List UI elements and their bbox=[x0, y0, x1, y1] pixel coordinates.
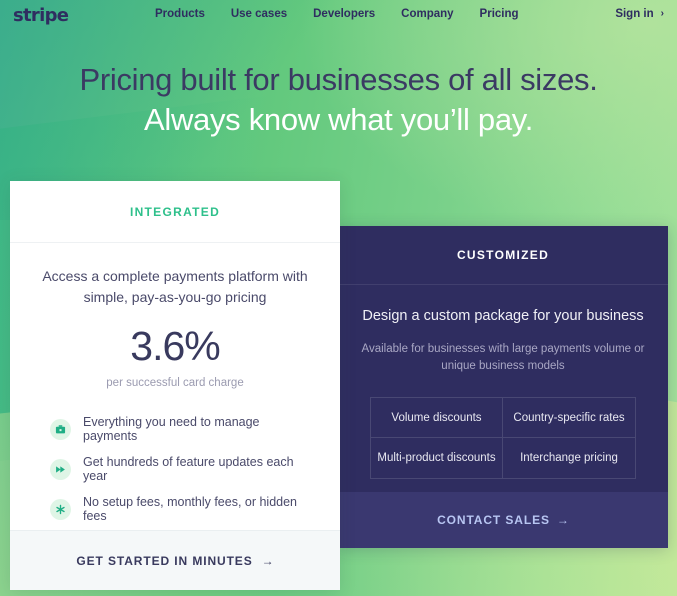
contact-sales-label: CONTACT SALES bbox=[437, 513, 550, 527]
nav-link-developers[interactable]: Developers bbox=[313, 8, 375, 20]
integrated-plan-card: INTEGRATED Access a complete payments pl… bbox=[10, 181, 340, 590]
feature-text: Get hundreds of feature updates each yea… bbox=[83, 455, 294, 484]
list-item: Get hundreds of feature updates each yea… bbox=[50, 455, 316, 483]
integrated-card-header: INTEGRATED bbox=[10, 181, 340, 243]
grid-cell-interchange-pricing: Interchange pricing bbox=[520, 452, 618, 465]
price-caption: per successful card charge bbox=[106, 377, 244, 390]
nav-links: Products Use cases Developers Company Pr… bbox=[155, 8, 519, 20]
top-navigation-bar: stripe Products Use cases Developers Com… bbox=[0, 0, 677, 30]
headline-line-2: Always know what you’ll pay. bbox=[143, 101, 534, 137]
chevron-right-icon: › bbox=[660, 8, 664, 19]
customized-panel-body: Design a custom package for your busines… bbox=[338, 285, 668, 376]
nav-link-use-cases[interactable]: Use cases bbox=[231, 8, 287, 20]
arrow-right-icon: → bbox=[556, 513, 569, 527]
nav-link-pricing[interactable]: Pricing bbox=[480, 8, 519, 20]
price-value: 3.6% bbox=[130, 323, 220, 369]
contact-sales-button[interactable]: CONTACT SALES → bbox=[338, 492, 668, 548]
list-item: No setup fees, monthly fees, or hidden f… bbox=[50, 495, 316, 523]
integrated-feature-list: Everything you need to manage payments G… bbox=[34, 415, 316, 523]
sign-in-label: Sign in bbox=[615, 8, 654, 20]
feature-text: Everything you need to manage payments bbox=[83, 415, 260, 444]
customized-panel-header: CUSTOMIZED bbox=[338, 226, 668, 285]
page-title: Pricing built for businesses of all size… bbox=[0, 60, 677, 139]
sign-in-link[interactable]: Sign in › bbox=[615, 8, 664, 20]
customized-sub-text: Available for businesses with large paym… bbox=[361, 342, 645, 373]
get-started-button[interactable]: GET STARTED IN MINUTES → bbox=[10, 530, 340, 590]
arrow-right-icon: → bbox=[261, 553, 274, 568]
integrated-card-body: Access a complete payments platform with… bbox=[10, 243, 340, 530]
feature-text: No setup fees, monthly fees, or hidden f… bbox=[83, 495, 298, 524]
grid-cell-country-specific-rates: Country-specific rates bbox=[503, 398, 635, 439]
customized-lead-text: Design a custom package for your busines… bbox=[362, 308, 644, 324]
integrated-eyebrow: INTEGRATED bbox=[129, 204, 221, 219]
customized-plan-panel: CUSTOMIZED Design a custom package for y… bbox=[338, 226, 668, 548]
nav-link-company[interactable]: Company bbox=[401, 8, 453, 20]
list-item: Everything you need to manage payments bbox=[50, 415, 316, 443]
get-started-label: GET STARTED IN MINUTES bbox=[76, 553, 253, 568]
integrated-lead-text: Access a complete payments platform with… bbox=[42, 268, 308, 305]
grid-cell-multi-product-discounts: Multi-product discounts bbox=[371, 438, 503, 479]
asterisk-icon bbox=[50, 498, 71, 520]
customized-feature-grid: Volume discounts Country-specific rates … bbox=[370, 397, 636, 480]
customized-eyebrow: CUSTOMIZED bbox=[456, 248, 550, 262]
nav-link-products[interactable]: Products bbox=[155, 8, 205, 20]
headline-line-1: Pricing built for businesses of all size… bbox=[79, 62, 598, 97]
toolbox-icon bbox=[50, 418, 71, 440]
stripe-logo[interactable]: stripe bbox=[13, 5, 69, 26]
grid-cell-volume-discounts: Volume discounts bbox=[371, 398, 503, 439]
fast-forward-icon bbox=[50, 458, 71, 480]
